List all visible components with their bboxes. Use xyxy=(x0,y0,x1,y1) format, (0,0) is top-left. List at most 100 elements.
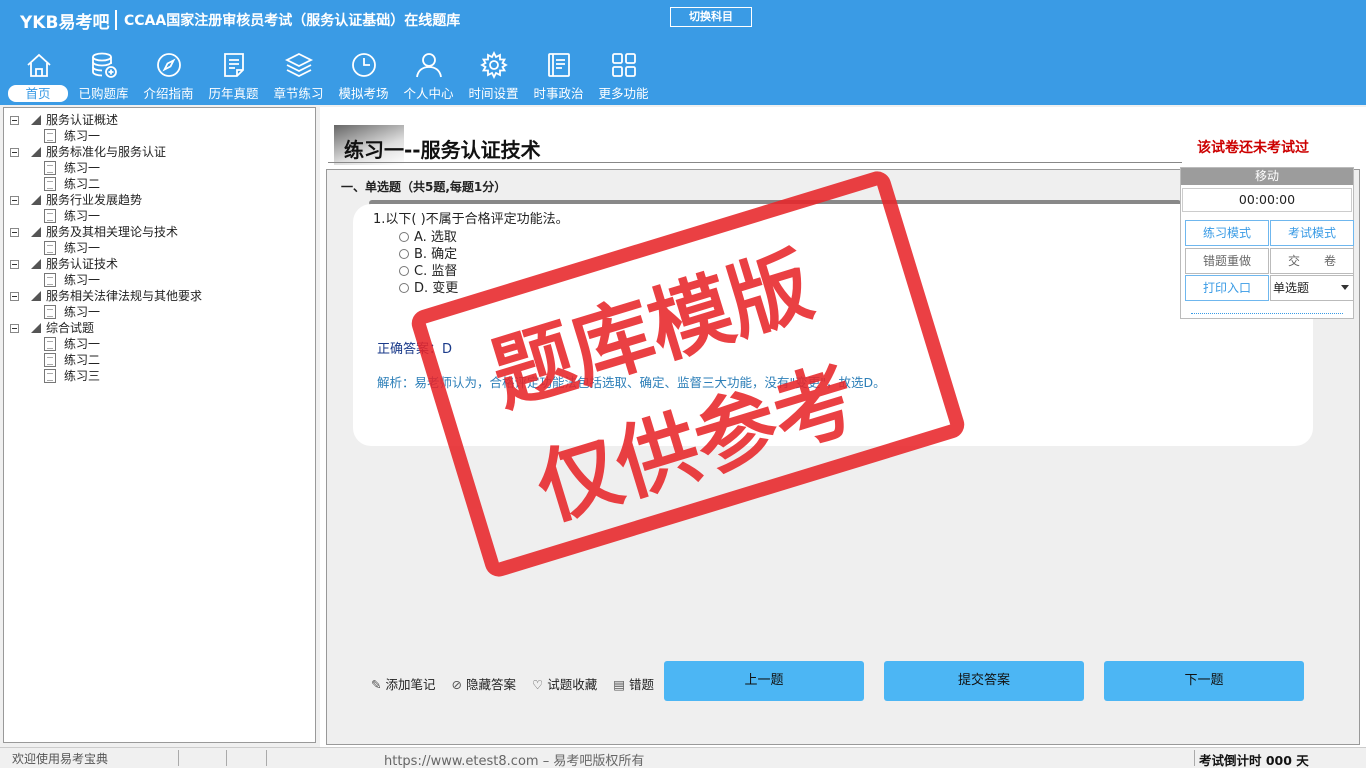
tree-exercise[interactable]: 练习一 xyxy=(44,128,244,144)
database-icon xyxy=(92,52,117,78)
pencil-icon: ✎ xyxy=(371,677,382,692)
status-divider xyxy=(1194,750,1195,766)
nav-past-papers[interactable]: 历年真题 xyxy=(201,46,266,104)
welcome-text: 欢迎使用易考宝典 xyxy=(12,752,109,766)
nav-label: 已购题库 xyxy=(78,86,129,101)
nav-purchased[interactable]: 已购题库 xyxy=(71,46,136,104)
tree-exercise-label: 练习一 xyxy=(64,129,101,143)
question-tools: ✎ 添加笔记 ⊘ 隐藏答案 ♡ 试题收藏 ▤ 错题 xyxy=(371,674,654,693)
nav-guide[interactable]: 介绍指南 xyxy=(136,46,201,104)
folder-triangle-icon xyxy=(31,323,41,333)
tree-chapter-label: 服务认证技术 xyxy=(46,257,119,271)
tool-label: 错题 xyxy=(629,677,655,692)
retry-wrong-button[interactable]: 错题重做 xyxy=(1185,248,1269,274)
tree-exercise-label: 练习三 xyxy=(64,369,101,383)
tree-exercise[interactable]: 练习二 xyxy=(44,176,244,192)
radio-icon[interactable] xyxy=(399,266,409,276)
tree-exercise[interactable]: 练习三 xyxy=(44,368,244,384)
tree-exercise-label: 练习一 xyxy=(64,273,101,287)
wrong-question-button[interactable]: ▤ 错题 xyxy=(613,674,654,693)
nav-mock-exam[interactable]: 模拟考场 xyxy=(331,46,396,104)
tree-exercise[interactable]: 练习一 xyxy=(44,272,244,288)
radio-icon[interactable] xyxy=(399,283,409,293)
brand-logo: YKB易考吧 xyxy=(20,13,110,33)
folder-triangle-icon xyxy=(31,227,41,237)
tree-exercise-label: 练习一 xyxy=(64,161,101,175)
option-d[interactable]: D. 变更 xyxy=(399,277,458,296)
nav-label: 更多功能 xyxy=(598,86,649,101)
tree-exercise[interactable]: 练习一 xyxy=(44,208,244,224)
question-stem: 1.以下( )不属于合格评定功能法。 xyxy=(373,212,569,227)
nav-label: 时间设置 xyxy=(468,86,519,101)
tree-chapter[interactable]: 服务及其相关理论与技术 xyxy=(10,224,310,240)
nav-more[interactable]: 更多功能 xyxy=(591,46,656,104)
tree-chapter-label: 综合试题 xyxy=(46,321,95,335)
switch-subject-button[interactable]: 切换科目 xyxy=(670,7,752,27)
nav-time-settings[interactable]: 时间设置 xyxy=(461,46,526,104)
folder-triangle-icon xyxy=(31,291,41,301)
brand-divider xyxy=(115,10,117,30)
nav-current-affairs[interactable]: 时事政治 xyxy=(526,46,591,104)
tree-exercise[interactable]: 练习一 xyxy=(44,160,244,176)
tree-exercise[interactable]: 练习一 xyxy=(44,336,244,352)
tool-label: 隐藏答案 xyxy=(465,677,516,692)
collapse-icon[interactable] xyxy=(10,292,19,301)
nav-label: 模拟考场 xyxy=(338,86,389,101)
tree-chapter[interactable]: 服务相关法律法规与其他要求 xyxy=(10,288,310,304)
exam-mode-button[interactable]: 考试模式 xyxy=(1270,220,1354,246)
chevron-down-icon xyxy=(1341,285,1349,290)
nav-personal-center[interactable]: 个人中心 xyxy=(396,46,461,104)
collapse-icon[interactable] xyxy=(10,196,19,205)
move-handle[interactable]: 移动 xyxy=(1181,168,1353,185)
tree-exercise[interactable]: 练习一 xyxy=(44,304,244,320)
practice-mode-button[interactable]: 练习模式 xyxy=(1185,220,1269,246)
option-label: D. 变更 xyxy=(414,281,459,296)
collapse-icon[interactable] xyxy=(10,148,19,157)
collapse-icon[interactable] xyxy=(10,260,19,269)
folder-triangle-icon xyxy=(31,115,41,125)
book-icon: ▤ xyxy=(613,677,626,692)
hide-answer-button[interactable]: ⊘ 隐藏答案 xyxy=(452,674,517,693)
document-icon xyxy=(44,129,56,143)
prev-question-button[interactable]: 上一题 xyxy=(664,661,864,701)
tree-exercise[interactable]: 练习一 xyxy=(44,240,244,256)
collapse-icon[interactable] xyxy=(10,116,19,125)
tool-label: 试题收藏 xyxy=(547,677,598,692)
folder-triangle-icon xyxy=(31,195,41,205)
tree-chapter-label: 服务相关法律法规与其他要求 xyxy=(46,289,203,303)
exam-control-panel: 移动 00:00:00 练习模式 考试模式 错题重做 交 卷 打印入口 单选题 xyxy=(1180,167,1354,319)
tree-chapter[interactable]: 服务认证概述 xyxy=(10,112,310,128)
status-bar: 欢迎使用易考宝典 https://www.etest8.com – 易考吧版权所… xyxy=(0,747,1366,768)
tree-exercise[interactable]: 练习二 xyxy=(44,352,244,368)
collapse-icon[interactable] xyxy=(10,228,19,237)
tree-chapter[interactable]: 服务认证技术 xyxy=(10,256,310,272)
favorite-button[interactable]: ♡ 试题收藏 xyxy=(532,674,597,693)
document-icon xyxy=(44,161,56,175)
tree-chapter[interactable]: 服务标准化与服务认证 xyxy=(10,144,310,160)
next-question-button[interactable]: 下一题 xyxy=(1104,661,1304,701)
print-button[interactable]: 打印入口 xyxy=(1185,275,1269,301)
document-icon xyxy=(44,241,56,255)
collapse-icon[interactable] xyxy=(10,324,19,333)
tree-exercise-label: 练习一 xyxy=(64,305,101,319)
document-icon xyxy=(44,305,56,319)
tree-chapter-label: 服务标准化与服务认证 xyxy=(46,145,167,159)
nav-chapter-practice[interactable]: 章节练习 xyxy=(266,46,331,104)
question-type-select[interactable]: 单选题 xyxy=(1270,275,1354,301)
tree-chapter[interactable]: 综合试题 xyxy=(10,320,310,336)
nav-label: 章节练习 xyxy=(273,86,324,101)
radio-icon[interactable] xyxy=(399,249,409,259)
radio-icon[interactable] xyxy=(399,232,409,242)
document-icon xyxy=(44,337,56,351)
answer-analysis: 解析：易老师认为，合格评定功能法包括选取、确定、监督三大功能，没有"变更"，故选… xyxy=(377,375,886,390)
tree-chapter[interactable]: 服务行业发展趋势 xyxy=(10,192,310,208)
compass-icon xyxy=(157,53,181,77)
main-nav: 首页 已购题库 介绍指南 历年真题 章节练习 模拟考场 个人中心 时间设置 时事… xyxy=(6,46,656,104)
tree-exercise-label: 练习一 xyxy=(64,209,101,223)
document-icon xyxy=(44,177,56,191)
nav-home[interactable]: 首页 xyxy=(6,46,71,104)
add-note-button[interactable]: ✎ 添加笔记 xyxy=(371,674,436,693)
gear-icon xyxy=(480,50,508,80)
submit-answer-button[interactable]: 提交答案 xyxy=(884,661,1084,701)
hand-in-button[interactable]: 交 卷 xyxy=(1270,248,1354,274)
